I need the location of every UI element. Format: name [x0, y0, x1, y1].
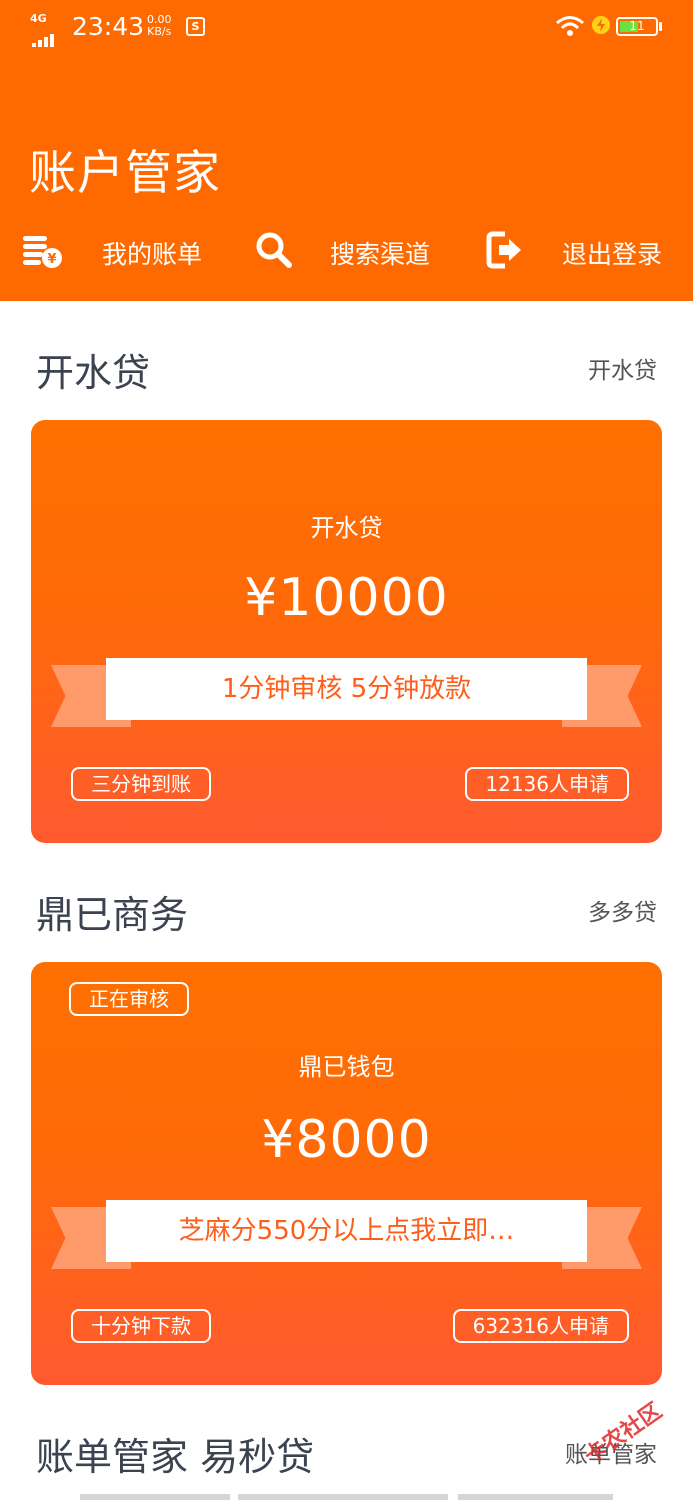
nav-search-label: 搜索渠道 [330, 240, 431, 269]
app-header: 4G 23:43 0.00 KB/s S 11 账户管家 ¥ 我的账单 搜索渠道… [0, 0, 693, 301]
product-name: 开水贷 [310, 514, 383, 542]
loan-amount: ¥10000 [244, 568, 449, 628]
nav-my-bills[interactable]: ¥ 我的账单 [22, 226, 222, 276]
battery-icon: 11 [616, 17, 658, 36]
section-title: 开水贷 [36, 351, 151, 395]
status-bar: 4G 23:43 0.00 KB/s S 11 [0, 0, 693, 56]
next-card-edge [80, 1494, 620, 1500]
nav-logout[interactable]: 退出登录 [485, 226, 675, 276]
applicants-count-tag: 12136人申请 [465, 767, 629, 801]
speed-tag: 十分钟下款 [71, 1309, 211, 1343]
loan-card[interactable]: 开水贷 ¥10000 1分钟审核 5分钟放款 三分钟到账 12136人申请 [31, 420, 662, 843]
section-title: 账单管家 易秒贷 [36, 1435, 315, 1479]
speed-unit: KB/s [147, 25, 172, 38]
promo-slogan: 1分钟审核 5分钟放款 [106, 658, 587, 720]
battery-level: 11 [629, 19, 645, 33]
speed-tag: 三分钟到账 [71, 767, 211, 801]
applicants-count-tag: 632316人申请 [452, 1309, 629, 1343]
svg-text:¥: ¥ [47, 252, 56, 267]
section-title: 鼎已商务 [36, 893, 189, 937]
loan-amount: ¥8000 [261, 1110, 432, 1170]
review-status-badge: 正在审核 [69, 982, 189, 1016]
charging-icon [592, 16, 610, 34]
sim-badge-icon: S [186, 17, 205, 36]
page-title: 账户管家 [29, 146, 221, 201]
clock: 23:43 [72, 12, 145, 41]
search-icon [256, 232, 292, 268]
section-more-link[interactable]: 多多贷 [588, 893, 657, 927]
wifi-icon [556, 16, 584, 36]
promo-slogan: 芝麻分550分以上点我立即… [106, 1200, 587, 1262]
product-name: 鼎已钱包 [298, 1053, 395, 1081]
logout-icon [486, 231, 521, 269]
nav-logout-label: 退出登录 [562, 240, 663, 269]
nav-search-channels[interactable]: 搜索渠道 [254, 226, 454, 276]
network-type: 4G [30, 12, 47, 25]
watermark-logo: 卡农社区 [580, 1398, 667, 1470]
bill-coins-icon: ¥ [23, 236, 62, 268]
section-more-link[interactable]: 开水贷 [588, 351, 657, 385]
network-speed: 0.00 KB/s [147, 14, 172, 38]
cellular-signal-icon: 4G [30, 12, 64, 47]
nav-my-bills-label: 我的账单 [102, 240, 203, 269]
loan-card[interactable]: 正在审核 鼎已钱包 ¥8000 芝麻分550分以上点我立即… 十分钟下款 632… [31, 962, 662, 1385]
